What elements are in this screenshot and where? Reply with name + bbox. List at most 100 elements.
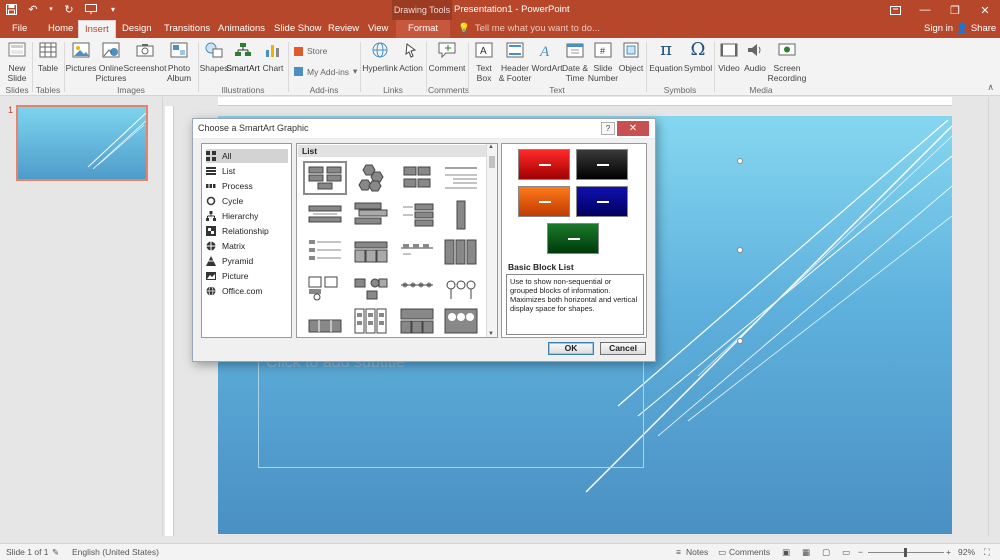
tab-slide-show[interactable]: Slide Show <box>268 20 328 38</box>
zoom-slider-thumb[interactable] <box>904 548 907 557</box>
audio-button[interactable]: Audio <box>742 40 768 73</box>
scroll-up-icon[interactable]: ▲ <box>488 144 494 150</box>
scroll-thumb[interactable] <box>489 156 495 168</box>
action-button[interactable]: Action <box>398 40 424 73</box>
notes-icon[interactable]: ≡ <box>676 547 681 557</box>
normal-view-icon[interactable]: ▣ <box>782 547 790 558</box>
restore-icon[interactable]: ❐ <box>940 0 970 20</box>
tab-animations[interactable]: Animations <box>212 20 271 38</box>
slide-sorter-icon[interactable]: ▦ <box>802 547 810 558</box>
dialog-close-button[interactable]: ✕ <box>617 121 649 136</box>
notes-button[interactable]: Notes <box>686 547 708 557</box>
slideshow-view-icon[interactable]: ▭ <box>842 547 850 558</box>
share-button[interactable]: 👤 Share <box>956 20 996 38</box>
save-icon[interactable] <box>4 2 18 16</box>
category-pyramid[interactable]: Pyramid <box>206 254 288 268</box>
wordart-button[interactable]: A WordArt <box>531 40 562 73</box>
customize-qat-icon[interactable]: ▾ <box>106 2 120 16</box>
pictures-button[interactable]: Pictures <box>66 40 96 73</box>
shapes-button[interactable]: Shapes <box>200 40 228 73</box>
sign-in-link[interactable]: Sign in <box>924 20 953 38</box>
tell-me-box[interactable]: 💡 Tell me what you want to do... <box>458 20 600 38</box>
new-slide-button[interactable]: New Slide <box>4 40 30 83</box>
layout-stacked-list[interactable] <box>303 235 347 269</box>
help-button[interactable]: ? <box>601 122 615 135</box>
category-relationship[interactable]: Relationship <box>206 224 288 238</box>
selection-handle[interactable] <box>737 247 743 253</box>
layout-target-list[interactable] <box>395 235 439 269</box>
tab-file[interactable]: File <box>6 20 33 38</box>
scroll-down-icon[interactable]: ▼ <box>488 331 494 337</box>
category-picture[interactable]: Picture <box>206 269 288 283</box>
chart-button[interactable]: Chart <box>260 40 286 73</box>
reading-view-icon[interactable]: ▢ <box>822 547 830 558</box>
fit-slide-icon[interactable]: ⛶ <box>984 547 990 558</box>
smartart-button[interactable]: SmartArt <box>226 40 260 73</box>
layout-trapezoid-list[interactable] <box>395 304 439 338</box>
comments-button[interactable]: Comments <box>729 547 770 557</box>
layout-vertical-box-list[interactable] <box>349 198 393 232</box>
photo-album-button[interactable]: Photo Album <box>164 40 194 83</box>
selection-handle[interactable] <box>737 158 743 164</box>
layout-vertical-bullet-list[interactable] <box>303 198 347 232</box>
category-matrix[interactable]: Matrix <box>206 239 288 253</box>
tab-home[interactable]: Home <box>42 20 79 38</box>
layout-bending-picture-list[interactable] <box>349 272 393 306</box>
minimize-icon[interactable]: — <box>910 0 940 20</box>
comments-icon[interactable]: ▭ <box>718 547 726 558</box>
vertical-scrollbar[interactable] <box>988 97 1000 536</box>
zoom-in-icon[interactable]: + <box>946 547 951 557</box>
category-office-com[interactable]: Office.com <box>206 284 288 298</box>
cancel-button[interactable]: Cancel <box>600 342 646 355</box>
spell-check-icon[interactable]: ✎ <box>52 547 59 558</box>
screen-recording-button[interactable]: Screen Recording <box>768 40 806 83</box>
collapse-ribbon-icon[interactable]: ∧ <box>987 82 994 93</box>
my-addins-button[interactable]: My Add-ins ▾ <box>294 66 357 77</box>
layout-segmented-list[interactable] <box>303 309 347 343</box>
layout-hexagon-list[interactable] <box>349 161 393 195</box>
layout-basic-block-list[interactable] <box>303 161 347 195</box>
date-time-button[interactable]: Date & Time <box>562 40 588 83</box>
undo-icon[interactable]: ↶ <box>26 2 40 16</box>
tab-insert[interactable]: Insert <box>78 20 116 38</box>
online-pictures-button[interactable]: Online Pictures <box>96 40 126 83</box>
tab-review[interactable]: Review <box>322 20 365 38</box>
object-button[interactable]: Object <box>618 40 644 73</box>
ok-button[interactable]: OK <box>548 342 594 355</box>
layout-picture-caption-list[interactable] <box>303 272 347 306</box>
layout-square-accent-list[interactable] <box>439 198 483 232</box>
close-icon[interactable]: ✕ <box>970 0 1000 20</box>
layout-vertical-block-list[interactable] <box>349 304 393 338</box>
layout-horizontal-bullet-list[interactable] <box>395 198 439 232</box>
layout-circle-list[interactable] <box>439 304 483 338</box>
layout-chevron-list[interactable] <box>395 272 439 306</box>
category-list-item[interactable]: List <box>206 164 288 178</box>
tab-view[interactable]: View <box>362 20 394 38</box>
equation-button[interactable]: π Equation <box>648 40 684 74</box>
layout-pin-list[interactable] <box>439 272 483 306</box>
zoom-level[interactable]: 92% <box>958 547 975 557</box>
redo-icon[interactable]: ↻ <box>62 2 76 16</box>
comment-button[interactable]: Comment <box>428 40 466 73</box>
text-box-button[interactable]: A Text Box <box>470 40 498 83</box>
screenshot-button[interactable]: Screenshot <box>124 40 167 73</box>
table-button[interactable]: Table <box>36 40 60 73</box>
category-process[interactable]: Process <box>206 179 288 193</box>
start-presentation-icon[interactable] <box>84 2 98 16</box>
layout-tab-list[interactable] <box>439 235 483 269</box>
layout-grouped-list[interactable] <box>395 161 439 195</box>
tab-format[interactable]: Format <box>396 20 450 38</box>
layout-lined-list[interactable] <box>439 161 483 195</box>
layout-table-list[interactable] <box>349 235 393 269</box>
zoom-out-icon[interactable]: − <box>858 547 863 557</box>
symbol-button[interactable]: Ω Symbol <box>684 40 712 74</box>
layout-scrollbar[interactable]: ▲ ▼ <box>486 144 497 337</box>
tab-design[interactable]: Design <box>116 20 158 38</box>
header-footer-button[interactable]: Header & Footer <box>498 40 532 83</box>
ribbon-display-options-icon[interactable] <box>880 0 910 20</box>
selection-handle[interactable] <box>737 338 743 344</box>
undo-dropdown-icon[interactable]: ▾ <box>48 2 54 16</box>
category-hierarchy[interactable]: Hierarchy <box>206 209 288 223</box>
category-all[interactable]: All <box>206 149 288 163</box>
hyperlink-button[interactable]: Hyperlink <box>362 40 398 73</box>
